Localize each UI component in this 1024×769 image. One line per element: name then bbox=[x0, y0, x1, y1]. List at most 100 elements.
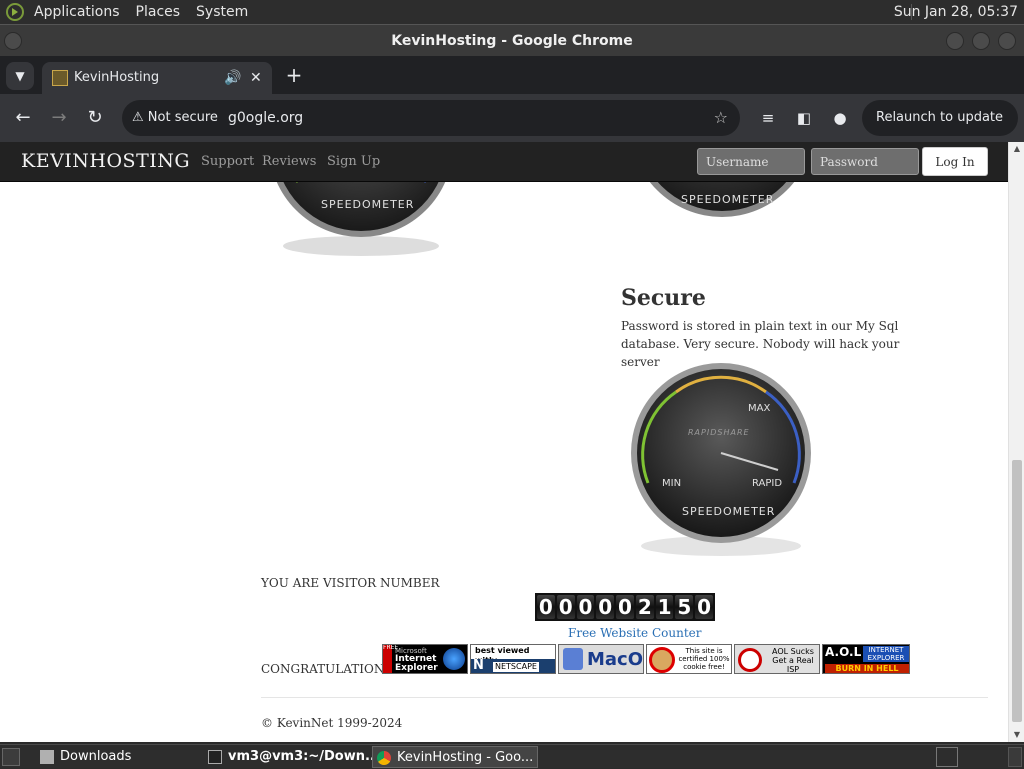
forward-arrow-icon[interactable]: → bbox=[47, 106, 71, 130]
counter-digit: 2 bbox=[635, 595, 654, 619]
page-scrollbar[interactable]: ▲ ▼ bbox=[1008, 142, 1024, 742]
visitor-label: YOU ARE VISITOR NUMBER bbox=[261, 576, 440, 590]
mac-face-icon bbox=[563, 648, 583, 670]
window-menu-button[interactable] bbox=[4, 32, 22, 50]
login-button[interactable]: Log In bbox=[922, 147, 988, 176]
free-counter-link[interactable]: Free Website Counter bbox=[568, 626, 701, 640]
counter-digit: 0 bbox=[596, 595, 615, 619]
badge-macos-label: MacOS bbox=[587, 649, 644, 670]
site-brand[interactable]: KEVINHOSTING bbox=[21, 142, 190, 180]
top-panel: Applications Places System Sun Jan 28, 0… bbox=[0, 0, 1024, 24]
badge-aol-ie-bottom: BURN IN HELL bbox=[825, 664, 909, 673]
scroll-thumb[interactable] bbox=[1012, 460, 1022, 722]
congratulation-text: CONGRATULATION bbox=[261, 662, 385, 676]
visitor-counter: 0 0 0 0 0 2 1 5 0 bbox=[535, 593, 715, 621]
media-control-icon[interactable]: ≡ bbox=[756, 106, 780, 130]
close-window-button[interactable] bbox=[998, 32, 1016, 50]
task-chrome[interactable]: KevinHosting - Goo... bbox=[372, 746, 538, 768]
gauge3-min-label: MIN bbox=[662, 478, 681, 489]
side-panel-icon[interactable]: ◧ bbox=[792, 106, 816, 130]
badge-ie-name2: Explorer bbox=[395, 663, 438, 673]
menu-places[interactable]: Places bbox=[128, 0, 189, 24]
counter-digit: 0 bbox=[537, 595, 555, 619]
tab-title: KevinHosting bbox=[74, 70, 160, 85]
task-terminal[interactable]: vm3@vm3:~/Down... bbox=[204, 746, 380, 768]
nav-reviews[interactable]: Reviews bbox=[262, 142, 316, 182]
show-desktop-icon[interactable] bbox=[2, 748, 20, 766]
profile-icon[interactable]: ● bbox=[828, 106, 852, 130]
task-label: Downloads bbox=[60, 749, 132, 764]
badge-ie-free: FREE bbox=[383, 645, 398, 673]
window-title: KevinHosting - Google Chrome bbox=[391, 33, 633, 49]
badge-netscape: best viewed with: N NETSCAPE bbox=[470, 644, 556, 674]
browser-toolbar: ← → ↻ ⚠ Not secure g0ogle.org ☆ ≡ ◧ ● Re… bbox=[0, 94, 1024, 161]
counter-digit: 0 bbox=[556, 595, 575, 619]
footer-copyright: © KevinNet 1999-2024 bbox=[261, 716, 403, 730]
reload-icon[interactable]: ↻ bbox=[83, 106, 107, 130]
minimize-button[interactable] bbox=[946, 32, 964, 50]
task-downloads[interactable]: Downloads bbox=[36, 746, 196, 768]
site-favicon-icon bbox=[52, 70, 68, 86]
badge-aol-sucks: AOL Sucks Get a Real ISP bbox=[734, 644, 820, 674]
counter-digit: 0 bbox=[616, 595, 634, 619]
scroll-down-icon[interactable]: ▼ bbox=[1009, 728, 1024, 742]
tab-search-button[interactable]: ▼ bbox=[6, 62, 34, 90]
address-bar[interactable]: ⚠ Not secure g0ogle.org ☆ bbox=[122, 100, 740, 136]
relaunch-label: Relaunch to update bbox=[876, 110, 1004, 125]
relaunch-update-button[interactable]: Relaunch to update ⋮ bbox=[862, 100, 1018, 161]
counter-digit: 1 bbox=[655, 595, 674, 619]
badge-aol-ie-burn: A.O.L INTERNET EXPLORER BURN IN HELL bbox=[822, 644, 910, 674]
bookmark-star-icon[interactable]: ☆ bbox=[714, 100, 728, 136]
nav-support[interactable]: Support bbox=[201, 142, 254, 182]
badge-cookie-text: This site is certified 100% cookie free! bbox=[678, 647, 730, 671]
gauge3-brand-label: RAPIDSHARE bbox=[688, 428, 750, 437]
no-cookie-icon bbox=[649, 647, 675, 673]
globe-icon bbox=[443, 648, 465, 670]
badge-aol-ie-right: INTERNET EXPLORER bbox=[863, 646, 909, 662]
terminal-icon bbox=[208, 750, 222, 764]
username-input[interactable] bbox=[697, 148, 805, 175]
workspace-switcher[interactable] bbox=[1008, 747, 1022, 767]
no-aol-icon bbox=[738, 648, 762, 672]
back-arrow-icon[interactable]: ← bbox=[11, 106, 35, 130]
chevron-down-icon: ▼ bbox=[15, 69, 25, 83]
folder-icon bbox=[40, 750, 54, 764]
page-viewport: MIN RAPID SPEEDOMETER MIN RAPID SPEEDOME… bbox=[0, 142, 1008, 742]
task-label: vm3@vm3:~/Down... bbox=[228, 749, 380, 764]
window-titlebar[interactable]: KevinHosting - Google Chrome bbox=[0, 24, 1024, 56]
badge-macos: MacOS bbox=[558, 644, 644, 674]
password-input[interactable] bbox=[811, 148, 919, 175]
footer-divider bbox=[261, 697, 988, 698]
counter-digit: 0 bbox=[576, 595, 595, 619]
menu-system[interactable]: System bbox=[188, 0, 256, 24]
warning-triangle-icon: ⚠ bbox=[132, 110, 144, 125]
new-tab-button[interactable]: + bbox=[282, 62, 306, 88]
url-text[interactable]: g0ogle.org bbox=[228, 100, 303, 136]
chrome-tray-icon[interactable] bbox=[936, 747, 958, 767]
menu-applications[interactable]: Applications bbox=[26, 0, 128, 24]
site-navbar: KEVINHOSTING Support Reviews Sign Up Log… bbox=[0, 142, 1008, 182]
tab-kevinhosting[interactable]: KevinHosting 🔊 ✕ bbox=[42, 62, 272, 94]
security-label: Not secure bbox=[147, 110, 218, 125]
secure-heading: Secure bbox=[621, 285, 706, 311]
task-label: KevinHosting - Goo... bbox=[397, 750, 534, 765]
tab-strip: ▼ KevinHosting 🔊 ✕ + bbox=[0, 56, 1024, 94]
badge-aol-ie-top: A.O.L bbox=[825, 645, 862, 659]
gauge1-name-label: SPEEDOMETER bbox=[321, 198, 414, 211]
counter-digit: 0 bbox=[695, 595, 714, 619]
close-tab-icon[interactable]: ✕ bbox=[250, 62, 262, 94]
maximize-button[interactable] bbox=[972, 32, 990, 50]
netscape-n-icon: N bbox=[473, 658, 484, 673]
security-chip[interactable]: ⚠ Not secure bbox=[132, 100, 218, 136]
gauge3-max-label: MAX bbox=[748, 403, 770, 414]
clock[interactable]: Sun Jan 28, 05:37 bbox=[894, 0, 1018, 24]
speedometer-image-3: MAX RAPIDSHARE MIN RAPID SPEEDOMETER bbox=[631, 363, 811, 556]
gauge2-name-label: SPEEDOMETER bbox=[681, 193, 774, 206]
applications-logo-icon[interactable] bbox=[6, 3, 24, 21]
chrome-icon bbox=[377, 751, 391, 765]
badge-netscape-name: NETSCAPE bbox=[493, 662, 539, 672]
scroll-up-icon[interactable]: ▲ bbox=[1009, 142, 1024, 156]
speaker-icon[interactable]: 🔊 bbox=[224, 62, 241, 94]
nav-sign-up[interactable]: Sign Up bbox=[327, 142, 380, 182]
counter-digit: 5 bbox=[675, 595, 694, 619]
